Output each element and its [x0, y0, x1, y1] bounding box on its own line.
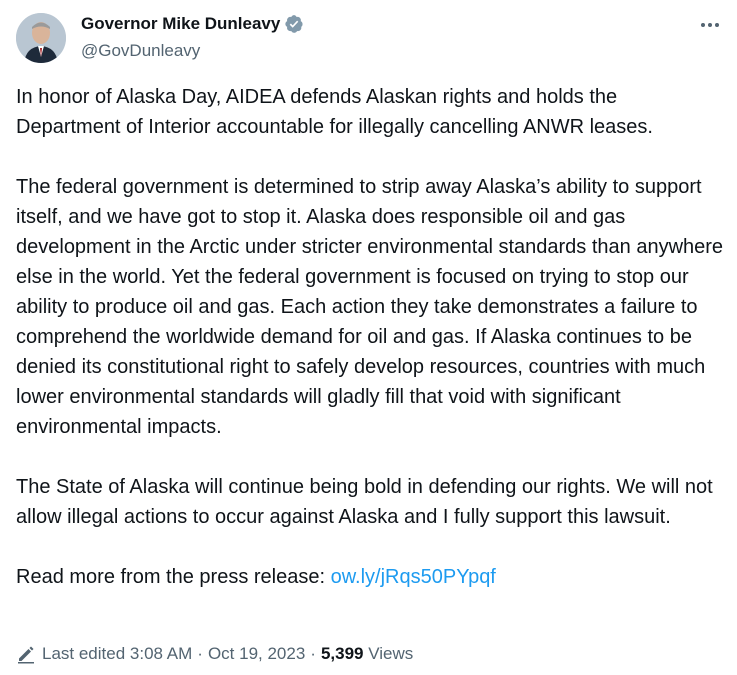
views-label: Views: [368, 644, 414, 663]
press-release-label: Read more from the press release:: [16, 566, 331, 588]
more-horizontal-icon[interactable]: [699, 14, 721, 36]
avatar[interactable]: [16, 13, 66, 63]
separator: ·: [197, 644, 203, 663]
views-count: 5,399: [320, 644, 364, 663]
edit-pencil-icon[interactable]: [16, 644, 36, 664]
author-name-row: Governor Mike Dunleavy: [81, 13, 304, 35]
tweet-meta: Last edited 3:08 AM · Oct 19, 2023 · 5,3…: [16, 642, 413, 666]
separator: ·: [310, 644, 316, 663]
author-name[interactable]: Governor Mike Dunleavy: [81, 13, 280, 35]
tweet-date[interactable]: Oct 19, 2023: [208, 642, 305, 666]
tweet-paragraph: The federal government is determined to …: [16, 176, 724, 438]
press-release-link[interactable]: ow.ly/jRqs50PYpqf: [331, 566, 496, 588]
tweet-paragraph-link: Read more from the press release: ow.ly/…: [16, 562, 726, 592]
tweet-paragraph: In honor of Alaska Day, AIDEA defends Al…: [16, 86, 653, 138]
verified-badge-icon: [284, 14, 304, 34]
tweet: Governor Mike Dunleavy @GovDunleavy In h…: [0, 0, 737, 675]
author-handle[interactable]: @GovDunleavy: [81, 40, 200, 62]
edited-label[interactable]: Last edited 3:08 AM: [42, 642, 192, 666]
tweet-text: In honor of Alaska Day, AIDEA defends Al…: [16, 82, 726, 592]
tweet-paragraph: The State of Alaska will continue being …: [16, 476, 713, 528]
